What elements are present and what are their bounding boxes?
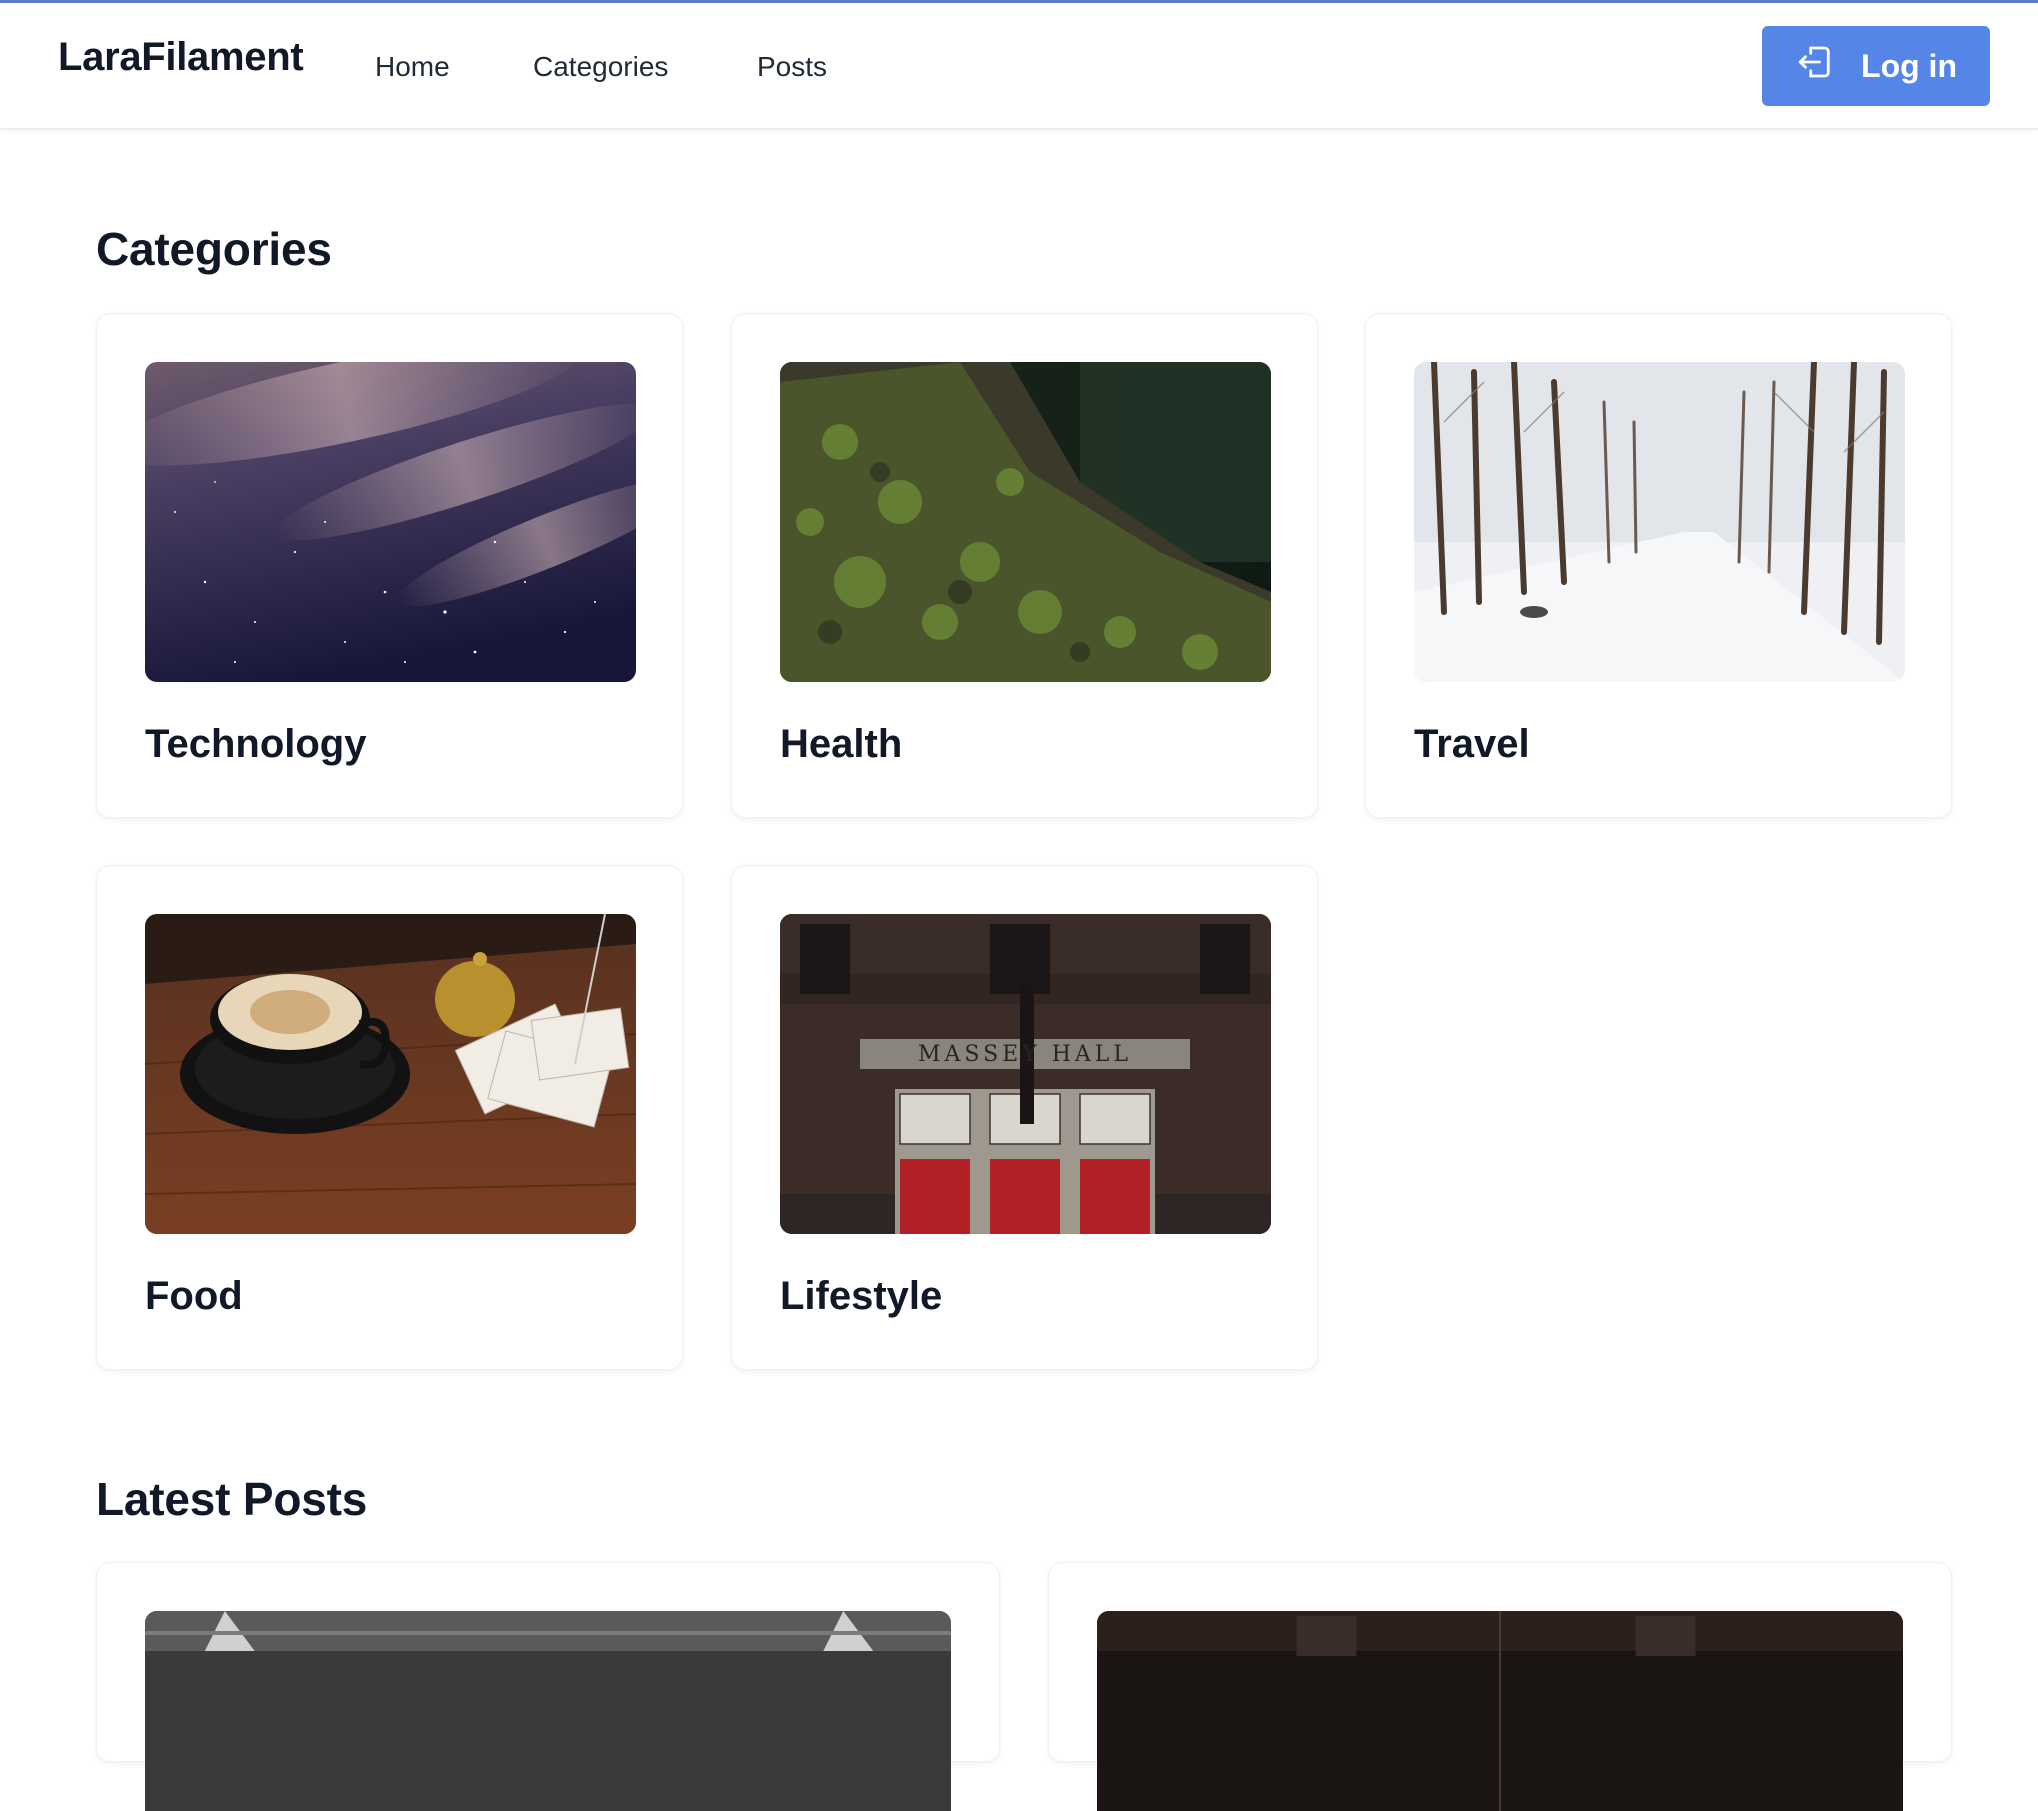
login-button[interactable]: Log in: [1762, 26, 1990, 106]
category-card-technology[interactable]: Technology: [96, 313, 683, 818]
navbar: LaraFilament Home Categories Posts Log i…: [0, 3, 2038, 130]
category-label: Food: [145, 1274, 243, 1318]
category-label: Health: [780, 722, 903, 766]
nav-link-categories[interactable]: Categories: [533, 51, 668, 83]
category-label: Lifestyle: [780, 1274, 943, 1318]
latte-coffee-photo: [145, 914, 636, 1234]
brand-logo[interactable]: LaraFilament: [58, 35, 304, 80]
category-card-health[interactable]: Health: [731, 313, 1318, 818]
category-label: Technology: [145, 722, 367, 766]
latest-posts-title: Latest Posts: [96, 1473, 368, 1525]
night-sky-photo: [145, 362, 636, 682]
svg-text:MASSEY HALL: MASSEY HALL: [918, 1042, 1132, 1067]
category-label: Travel: [1414, 722, 1530, 766]
dark-building-photo: [1097, 1611, 1903, 1811]
nav-link-posts[interactable]: Posts: [757, 51, 827, 83]
nav-link-home[interactable]: Home: [375, 51, 450, 83]
post-card[interactable]: [1048, 1562, 1952, 1811]
category-card-food[interactable]: Food: [96, 865, 683, 1370]
categories-title: Categories: [96, 223, 332, 275]
category-card-lifestyle[interactable]: MASSEY HALL Lifestyle: [731, 865, 1318, 1370]
login-label: Log in: [1861, 47, 1957, 84]
massey-hall-building-photo: MASSEY HALL: [780, 914, 1271, 1234]
post-card[interactable]: [96, 1562, 1000, 1811]
mossy-tree-photo: [780, 362, 1271, 682]
grayscale-photo: [145, 1611, 951, 1811]
category-card-travel[interactable]: Travel: [1365, 313, 1952, 818]
login-icon: [1795, 41, 1837, 91]
snowy-road-photo: [1414, 362, 1905, 682]
